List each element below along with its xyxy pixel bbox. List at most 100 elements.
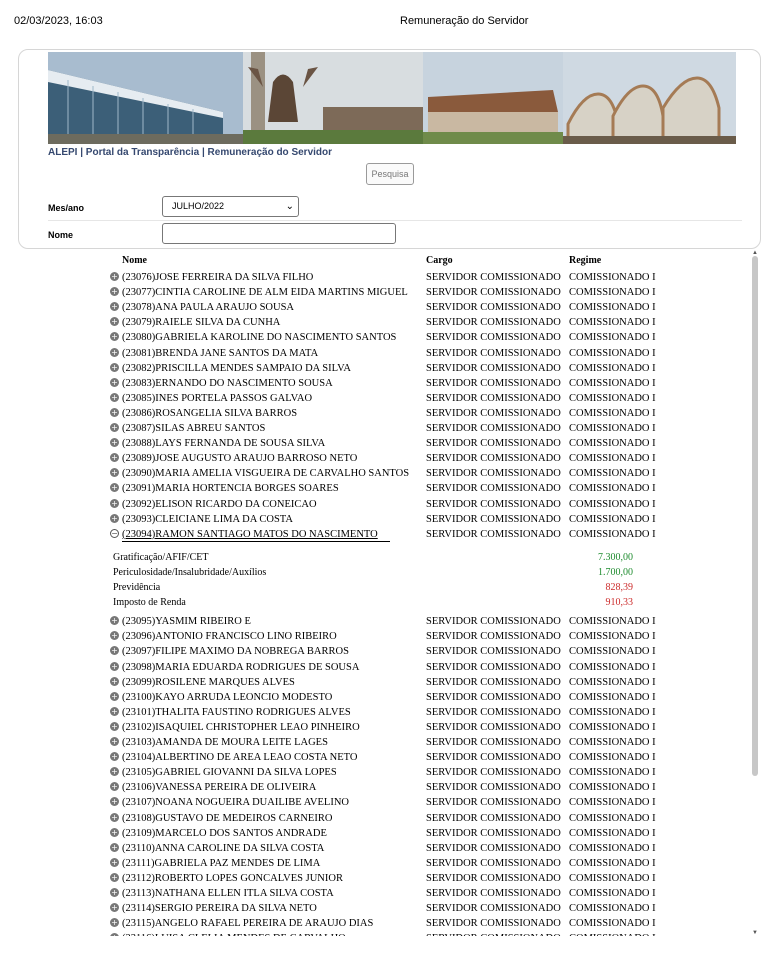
plus-circle-icon[interactable]: + [110, 903, 119, 913]
row-name[interactable]: (23079)RAIELE SILVA DA CUNHA [122, 315, 280, 330]
table-row[interactable]: + (23100)KAYO ARRUDA LEONCIO MODESTO SERVI… [110, 690, 670, 705]
table-row[interactable]: + (23097)FILIPE MAXIMO DA NOBREGA BARROS S… [110, 644, 670, 659]
plus-circle-icon[interactable]: + [110, 661, 119, 671]
plus-circle-icon[interactable]: + [110, 287, 119, 297]
table-row[interactable]: + (23105)GABRIEL GIOVANNI DA SILVA LOPES S… [110, 765, 670, 780]
table-row[interactable]: + (23087)SILAS ABREU SANTOS SERVIDOR COMIS… [110, 421, 670, 436]
row-name[interactable]: (23085)INES PORTELA PASSOS GALVAO [122, 391, 312, 406]
row-name[interactable]: (23107)NOANA NOGUEIRA DUAILIBE AVELINO [122, 795, 349, 810]
table-row[interactable]: + (23086)ROSANGELIA SILVA BARROS SERVIDOR … [110, 406, 670, 421]
plus-circle-icon[interactable]: + [110, 498, 119, 508]
row-name[interactable]: (23078)ANA PAULA ARAUJO SOUSA [122, 300, 294, 315]
table-row[interactable]: + (23107)NOANA NOGUEIRA DUAILIBE AVELINO S… [110, 795, 670, 810]
row-name[interactable]: (23109)MARCELO DOS SANTOS ANDRADE [122, 826, 327, 841]
table-row[interactable]: + (23111)GABRIELA PAZ MENDES DE LIMA SERVI… [110, 856, 670, 871]
plus-circle-icon[interactable]: + [110, 888, 119, 897]
plus-circle-icon[interactable]: + [110, 438, 119, 448]
table-row[interactable]: + (23106)VANESSA PEREIRA DE OLIVEIRA SERVI… [110, 780, 670, 795]
row-name[interactable]: (23114)SERGIO PEREIRA DA SILVA NETO [122, 901, 317, 916]
row-name[interactable]: (23093)CLEICIANE LIMA DA COSTA [122, 512, 293, 527]
table-row[interactable]: + (23096)ANTONIO FRANCISCO LINO RIBEIRO SE… [110, 629, 670, 644]
row-name[interactable]: (23099)ROSILENE MARQUES ALVES [122, 675, 295, 690]
table-row[interactable]: + (23093)CLEICIANE LIMA DA COSTA SERVIDOR … [110, 512, 670, 527]
plus-circle-icon[interactable]: + [110, 332, 119, 342]
plus-circle-icon[interactable]: + [110, 392, 119, 402]
table-row[interactable]: + (23095)YASMIM RIBEIRO E SERVIDOR COMISSI… [110, 614, 670, 629]
row-name[interactable]: (23081)BRENDA JANE SANTOS DA MATA [122, 346, 318, 361]
table-row[interactable]: + (23081)BRENDA JANE SANTOS DA MATA SERVID… [110, 346, 670, 361]
plus-circle-icon[interactable]: + [110, 827, 119, 837]
row-name[interactable]: (23089)JOSE AUGUSTO ARAUJO BARROSO NETO [122, 451, 357, 466]
plus-circle-icon[interactable]: + [110, 676, 119, 686]
search-button[interactable]: Pesquisa [366, 163, 414, 185]
plus-circle-icon[interactable]: + [110, 842, 119, 852]
plus-circle-icon[interactable]: + [110, 857, 119, 867]
row-name[interactable]: (23091)MARIA HORTENCIA BORGES SOARES [122, 481, 339, 496]
row-name[interactable]: (23095)YASMIM RIBEIRO E [122, 614, 251, 629]
table-row[interactable]: + (23091)MARIA HORTENCIA BORGES SOARES SER… [110, 481, 670, 496]
table-row[interactable]: + (23083)ERNANDO DO NASCIMENTO SOUSA SERVI… [110, 376, 670, 391]
plus-circle-icon[interactable]: + [110, 423, 119, 432]
row-name[interactable]: (23097)FILIPE MAXIMO DA NOBREGA BARROS [122, 644, 349, 659]
plus-circle-icon[interactable]: + [110, 752, 119, 762]
row-name[interactable]: (23104)ALBERTINO DE AREA LEAO COSTA NETO [122, 750, 357, 765]
row-name[interactable]: (23096)ANTONIO FRANCISCO LINO RIBEIRO [122, 629, 337, 644]
plus-circle-icon[interactable]: + [110, 918, 119, 928]
plus-circle-icon[interactable]: + [110, 782, 119, 792]
row-name[interactable]: (23077)CINTIA CAROLINE DE ALM EIDA MARTI… [122, 285, 408, 300]
plus-circle-icon[interactable]: + [110, 721, 119, 731]
plus-circle-icon[interactable]: + [110, 767, 119, 777]
plus-circle-icon[interactable]: + [110, 631, 119, 641]
row-name[interactable]: (23105)GABRIEL GIOVANNI DA SILVA LOPES [122, 765, 337, 780]
row-name[interactable]: (23090)MARIA AMELIA VISGUEIRA DE CARVALH… [122, 466, 409, 481]
table-row[interactable]: + (23085)INES PORTELA PASSOS GALVAO SERVID… [110, 391, 670, 406]
plus-circle-icon[interactable]: + [110, 272, 119, 281]
row-name[interactable]: (23116)LUISA CLELIA MENDES DE CARVALHO [122, 931, 346, 936]
plus-circle-icon[interactable]: + [110, 646, 119, 656]
row-name[interactable]: (23113)NATHANA ELLEN ITLA SILVA COSTA [122, 886, 334, 901]
table-row[interactable]: + (23103)AMANDA DE MOURA LEITE LAGES SERVI… [110, 735, 670, 750]
plus-circle-icon[interactable]: + [110, 302, 119, 312]
scrollbar[interactable]: ▲ ▼ [751, 250, 759, 936]
row-name[interactable]: (23103)AMANDA DE MOURA LEITE LAGES [122, 735, 328, 750]
table-row[interactable]: + (23102)ISAQUIEL CHRISTOPHER LEAO PINHEI… [110, 720, 670, 735]
plus-circle-icon[interactable]: + [110, 317, 119, 327]
row-name[interactable]: (23100)KAYO ARRUDA LEONCIO MODESTO [122, 690, 332, 705]
table-row[interactable]: + (23109)MARCELO DOS SANTOS ANDRADE SERVID… [110, 826, 670, 841]
plus-circle-icon[interactable]: + [110, 933, 119, 936]
table-row[interactable]: + (23110)ANNA CAROLINE DA SILVA COSTA SERV… [110, 841, 670, 856]
row-name[interactable]: (23106)VANESSA PEREIRA DE OLIVEIRA [122, 780, 316, 795]
table-row[interactable]: + (23099)ROSILENE MARQUES ALVES SERVIDOR C… [110, 675, 670, 690]
table-row[interactable]: + (23112)ROBERTO LOPES GONCALVES JUNIOR SE… [110, 871, 670, 886]
table-row[interactable]: + (23114)SERGIO PEREIRA DA SILVA NETO SERV… [110, 901, 670, 916]
table-row[interactable]: + (23113)NATHANA ELLEN ITLA SILVA COSTA SE… [110, 886, 670, 901]
plus-circle-icon[interactable]: + [110, 453, 119, 463]
row-name[interactable]: (23086)ROSANGELIA SILVA BARROS [122, 406, 297, 421]
plus-circle-icon[interactable]: + [110, 706, 119, 716]
plus-circle-icon[interactable]: + [110, 513, 119, 523]
plus-circle-icon[interactable]: + [110, 872, 119, 882]
plus-circle-icon[interactable]: + [110, 407, 119, 417]
table-row[interactable]: + (23078)ANA PAULA ARAUJO SOUSA SERVIDOR C… [110, 300, 670, 315]
table-row[interactable]: + (23079)RAIELE SILVA DA CUNHA SERVIDOR CO… [110, 315, 670, 330]
table-row[interactable]: + (23089)JOSE AUGUSTO ARAUJO BARROSO NETO… [110, 451, 670, 466]
row-name[interactable]: (23092)ELISON RICARDO DA CONEICAO [122, 497, 317, 512]
plus-circle-icon[interactable]: + [110, 362, 119, 372]
row-name[interactable]: (23087)SILAS ABREU SANTOS [122, 421, 265, 436]
row-name[interactable]: (23076)JOSE FERREIRA DA SILVA FILHO [122, 270, 313, 285]
table-row[interactable]: + (23090)MARIA AMELIA VISGUEIRA DE CARVAL… [110, 466, 670, 481]
row-name[interactable]: (23088)LAYS FERNANDA DE SOUSA SILVA [122, 436, 325, 451]
row-name[interactable]: (23094)RAMON SANTIAGO MATOS DO NASCIMENT… [122, 527, 378, 542]
minus-circle-icon[interactable]: − [110, 528, 119, 538]
table-row[interactable]: + (23076)JOSE FERREIRA DA SILVA FILHO SERV… [110, 270, 670, 285]
scroll-down-icon[interactable]: ▼ [751, 930, 759, 936]
row-name[interactable]: (23110)ANNA CAROLINE DA SILVA COSTA [122, 841, 324, 856]
row-name[interactable]: (23115)ANGELO RAFAEL PEREIRA DE ARAUJO D… [122, 916, 373, 931]
table-row[interactable]: + (23115)ANGELO RAFAEL PEREIRA DE ARAUJO … [110, 916, 670, 931]
table-row[interactable]: + (23098)MARIA EDUARDA RODRIGUES DE SOUSA… [110, 660, 670, 675]
plus-circle-icon[interactable]: + [110, 737, 119, 746]
nome-input[interactable] [162, 223, 396, 244]
plus-circle-icon[interactable]: + [110, 468, 119, 478]
row-name[interactable]: (23083)ERNANDO DO NASCIMENTO SOUSA [122, 376, 333, 391]
table-row[interactable]: + (23088)LAYS FERNANDA DE SOUSA SILVA SERV… [110, 436, 670, 451]
